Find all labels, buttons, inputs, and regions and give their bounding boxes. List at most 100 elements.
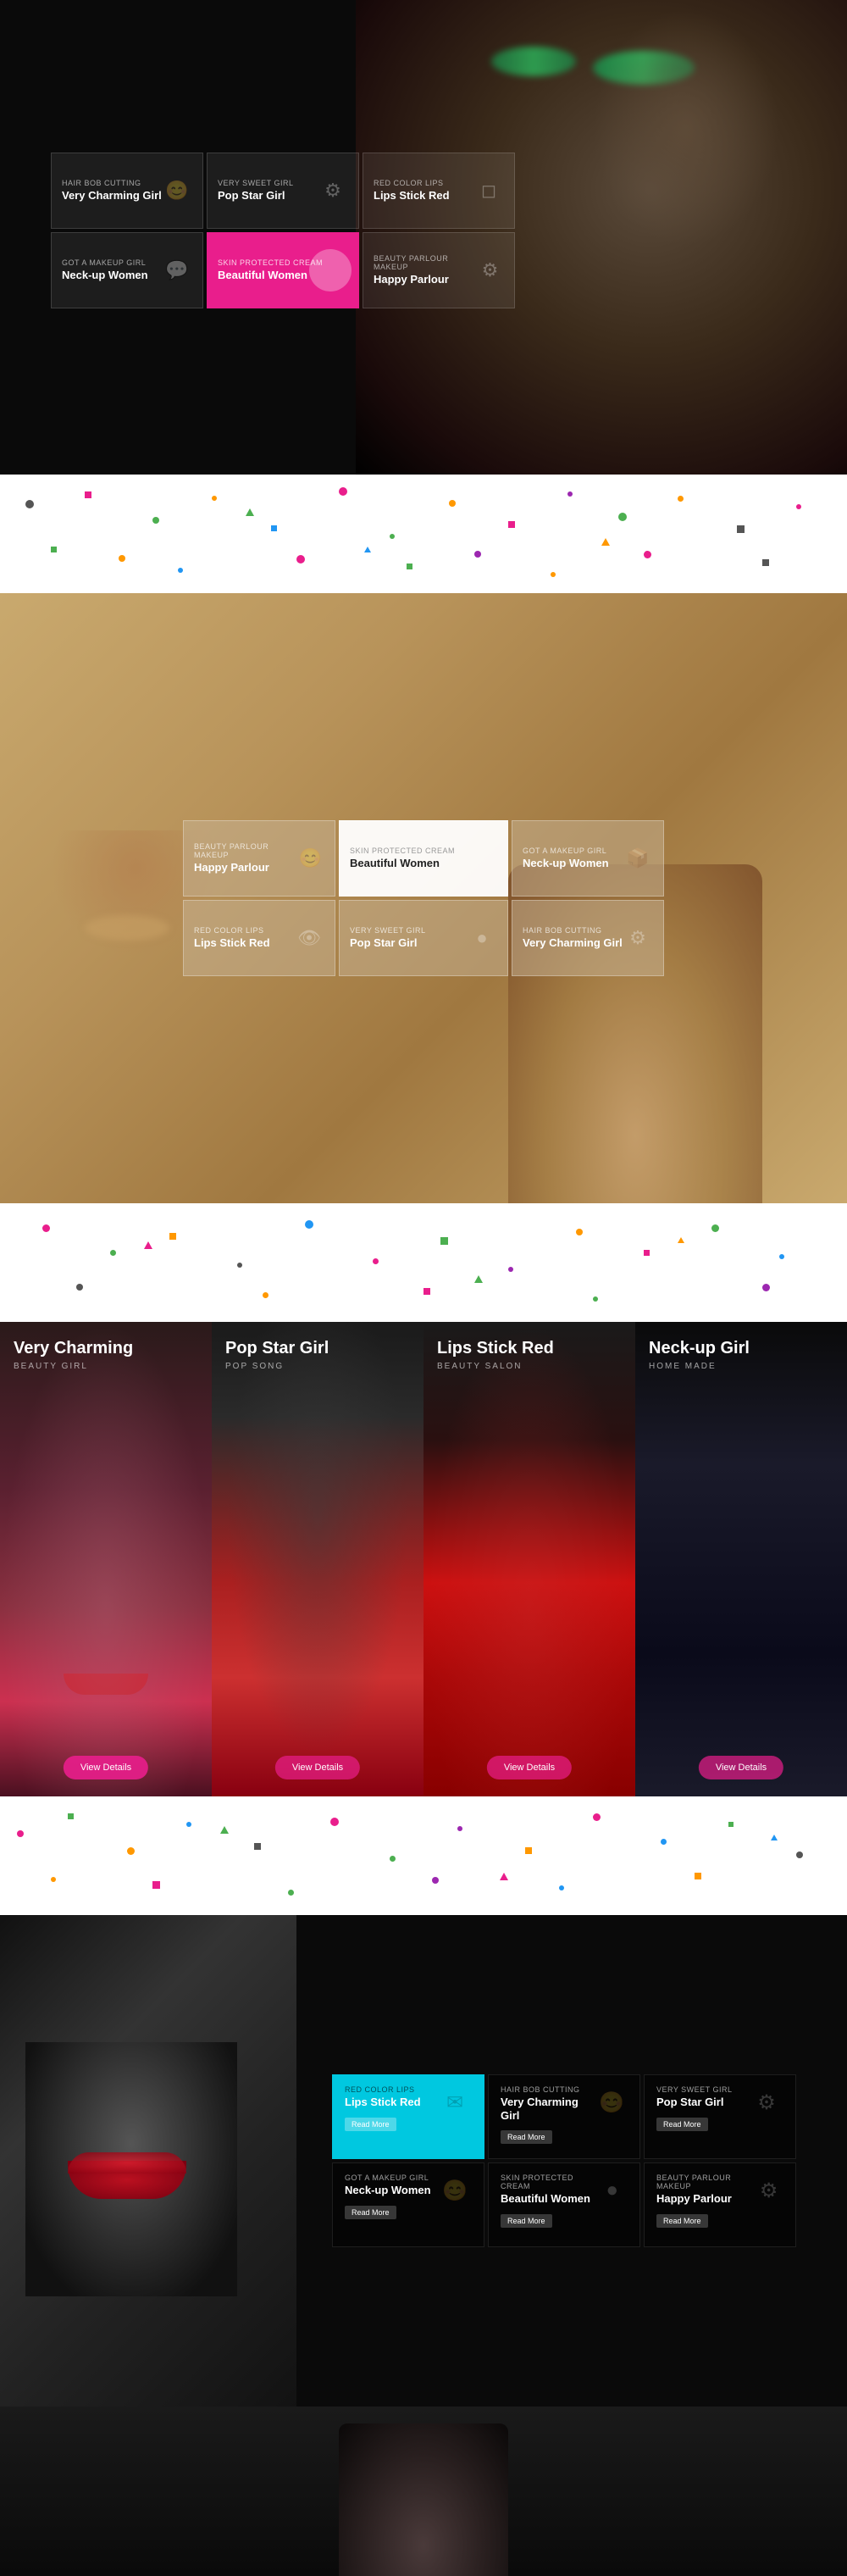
hero-card-3[interactable]: Got a makeup girl Neck-up Women 💬 [51,232,203,308]
dot [559,1885,564,1890]
dark-upper-lip [68,2152,186,2174]
hero-card-1[interactable]: Very Sweet Girl Pop Star Girl ⚙ [207,153,359,229]
dot [25,500,34,508]
dark-card-content-5: Beauty Parlour Makeup Happy Parlour Read… [656,2174,754,2228]
triangle [144,1241,152,1249]
dark-card-btn-2[interactable]: Read More [656,2118,708,2131]
dot [593,1296,598,1302]
dark-card-btn-3[interactable]: Read More [345,2206,396,2219]
dot [263,1292,268,1298]
square [407,564,412,569]
square [271,525,277,531]
dark-card-content-0: Red Color Lips Lips Stick Red Read More [345,2085,421,2131]
golden-card-subtitle-3: Red Color Lips [194,926,270,935]
dark-card-2[interactable]: Very Sweet Girl Pop Star Girl Read More … [644,2074,796,2159]
gallery-card-subtitle-3: HOME MADE [649,1362,833,1371]
dark-card-btn-1[interactable]: Read More [501,2130,552,2144]
dark-card-title-3: Neck-up Women [345,2184,431,2197]
gallery-card-subtitle-0: BEAUTY GIRL [14,1362,198,1371]
golden-card-title-2: Neck-up Women [523,857,609,870]
gallery-card-title-3: Neck-up Girl [649,1339,833,1358]
dot [51,1877,56,1882]
hero-card-5[interactable]: Beauty Parlour Makeup Happy Parlour ⚙ [363,232,515,308]
golden-card-2[interactable]: Got a makeup girl Neck-up Women 📦 [512,820,664,897]
lip-highlight [85,915,169,941]
hero-card-title-5: Happy Parlour [374,273,476,286]
hero-card-text-3: Got a makeup girl Neck-up Women [62,258,148,282]
square [508,521,515,528]
dark-card-btn-4[interactable]: Read More [501,2214,552,2228]
dark-card-3[interactable]: Got a makeup girl Neck-up Women Read Mor… [332,2162,484,2247]
dark-card-icon-area-3: 😊 [438,2174,472,2207]
confetti-section-3 [0,1796,847,1915]
hero-card-icon-0: 😊 [162,175,192,206]
triangle [220,1826,229,1834]
hero-card-title-1: Pop Star Girl [218,189,294,203]
golden-card-text-5: Hair Bob Cutting Very Charming Girl [523,926,623,950]
dark-card-0[interactable]: Red Color Lips Lips Stick Red Read More … [332,2074,484,2159]
golden-card-0[interactable]: Beauty Parlour Makeup Happy Parlour 😊 [183,820,335,897]
hero-card-subtitle-3: Got a makeup girl [62,258,148,267]
hero-card-4[interactable]: Skin Protected Cream Beautiful Women [207,232,359,308]
gallery-card-overlay-1: Pop Star Girl POP SONG [212,1322,424,1388]
dot [644,551,651,558]
gallery-card-bg-1 [212,1322,424,1796]
dot [237,1263,242,1268]
golden-card-title-1: Beautiful Women [350,857,455,870]
dot [305,1220,313,1229]
square [695,1873,701,1879]
face-glow-1 [212,1322,424,1796]
dark-card-4[interactable]: Skin Protected Cream Beautiful Women Rea… [488,2162,640,2247]
dark-card-subtitle-1: Hair Bob Cutting [501,2085,595,2094]
dot [212,496,217,501]
dark-card-subtitle-4: Skin Protected Cream [501,2174,596,2190]
hero-card-0[interactable]: Hair Bob Cutting Very Charming Girl 😊 [51,153,203,229]
gallery-card-btn-3[interactable]: View Details [699,1756,783,1779]
hero-card-subtitle-1: Very Sweet Girl [218,179,294,187]
golden-card-text-2: Got a makeup girl Neck-up Women [523,847,609,870]
dark-card-title-1: Very Charming Girl [501,2096,595,2122]
dark-card-1[interactable]: Hair Bob Cutting Very Charming Girl Read… [488,2074,640,2159]
hero-card-text-0: Hair Bob Cutting Very Charming Girl [62,179,162,203]
dark-card-title-4: Beautiful Women [501,2192,596,2206]
golden-card-icon-1 [467,843,497,874]
dark-card-btn-5[interactable]: Read More [656,2214,708,2228]
hero-card-icon-2: ◻ [473,175,504,206]
gallery-bg-inner-3 [635,1322,847,1796]
dark-card-5[interactable]: Beauty Parlour Makeup Happy Parlour Read… [644,2162,796,2247]
hero-card-2[interactable]: Red Color Lips Lips Stick Red ◻ [363,153,515,229]
dot [457,1826,462,1831]
dot [508,1267,513,1272]
golden-card-3[interactable]: Red Color Lips Lips Stick Red 👁 [183,900,335,976]
dot [373,1258,379,1264]
golden-card-1[interactable]: Skin Protected Cream Beautiful Women [339,820,508,897]
golden-card-icon-2: 📦 [623,843,653,874]
triangle [474,1275,483,1283]
gallery-card-btn-2[interactable]: View Details [487,1756,572,1779]
hero-card-text-2: Red Color Lips Lips Stick Red [374,179,450,203]
gallery-card-3[interactable]: Neck-up Girl HOME MADE View Details [635,1322,847,1796]
gallery-card-btn-0[interactable]: View Details [64,1756,148,1779]
gallery-card-0[interactable]: Very Charming BEAUTY GIRL View Details [0,1322,212,1796]
dark-card-content-2: Very Sweet Girl Pop Star Girl Read More [656,2085,733,2131]
golden-card-text-4: Very Sweet Girl Pop Star Girl [350,926,426,950]
dot [178,568,183,573]
square [254,1843,261,1850]
gallery-card-2[interactable]: Lips Stick Red BEAUTY SALON View Details [424,1322,635,1796]
gallery-card-btn-1[interactable]: View Details [275,1756,360,1779]
dark-cards-grid: Red Color Lips Lips Stick Red Read More … [332,2074,796,2247]
dot [432,1877,439,1884]
square [737,525,745,533]
gallery-card-1[interactable]: Pop Star Girl POP SONG View Details [212,1322,424,1796]
dark-card-title-2: Pop Star Girl [656,2096,733,2109]
dot [474,551,481,558]
golden-cards-grid: Beauty Parlour Makeup Happy Parlour 😊 Sk… [183,820,664,976]
dot [42,1224,50,1232]
dot [330,1818,339,1826]
golden-card-4[interactable]: Very Sweet Girl Pop Star Girl ● [339,900,508,976]
triangle [364,547,371,552]
golden-card-5[interactable]: Hair Bob Cutting Very Charming Girl ⚙ [512,900,664,976]
golden-section: Beauty Parlour Makeup Happy Parlour 😊 Sk… [0,593,847,1203]
golden-card-subtitle-5: Hair Bob Cutting [523,926,623,935]
dark-card-btn-0[interactable]: Read More [345,2118,396,2131]
